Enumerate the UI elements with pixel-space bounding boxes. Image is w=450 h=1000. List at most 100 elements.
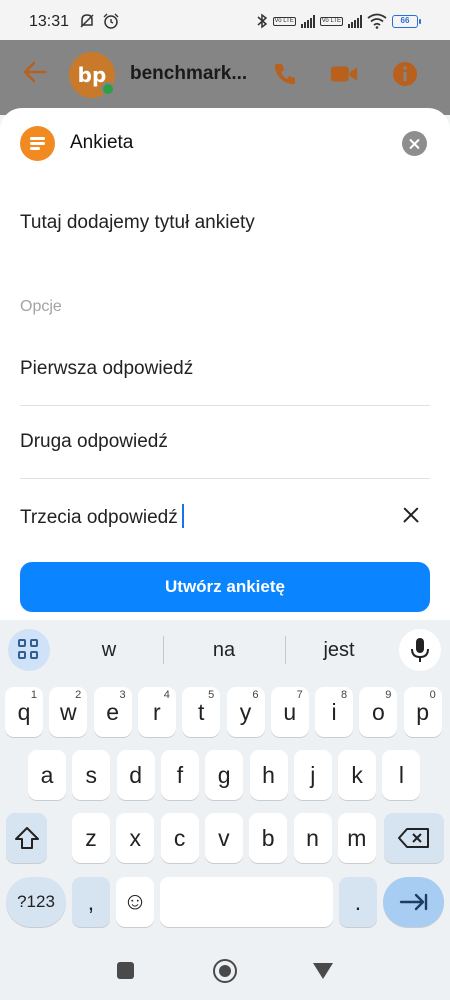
poll-list-icon <box>20 126 55 161</box>
key-c[interactable]: c <box>160 813 199 863</box>
key-f[interactable]: f <box>160 750 199 800</box>
key-p[interactable]: p0 <box>403 687 442 737</box>
key-k[interactable]: k <box>338 750 377 800</box>
key-label: y <box>239 698 252 725</box>
key-label: d <box>129 761 142 788</box>
divider <box>163 636 164 664</box>
key-y[interactable]: y6 <box>226 687 265 737</box>
key-label: h <box>262 761 275 788</box>
suggestion-chip[interactable]: w <box>54 639 164 662</box>
battery-icon: 66 <box>392 14 421 28</box>
key-label: b <box>261 824 275 851</box>
key-label: c <box>173 824 186 851</box>
volte-badge-2: Vo LTE <box>319 16 343 26</box>
key-label: i <box>331 698 337 725</box>
sheet-title: Ankieta <box>70 132 134 153</box>
key-n[interactable]: n <box>293 813 332 863</box>
microphone-icon[interactable] <box>399 629 441 671</box>
period-key[interactable]: . <box>339 877 377 927</box>
suggestion-chip[interactable]: jest <box>284 639 394 662</box>
keyboard: w na jest q1w2e3r4t5y6u7i8o9p0 asdfghjkl… <box>0 620 450 935</box>
key-q[interactable]: q1 <box>5 687 43 737</box>
chat-name[interactable]: benchmark... <box>130 63 247 85</box>
key-hint: 7 <box>296 689 303 701</box>
key-w[interactable]: w2 <box>49 687 88 737</box>
key-m[interactable]: m <box>337 813 376 863</box>
key-j[interactable]: j <box>293 750 332 800</box>
enter-arrow-icon <box>399 893 427 911</box>
suggestion-chip[interactable]: na <box>169 639 279 662</box>
shift-key[interactable] <box>6 813 47 863</box>
key-hint: 6 <box>252 689 259 701</box>
key-x[interactable]: x <box>116 813 155 863</box>
online-status-dot <box>101 82 115 96</box>
volte-badge: Vo LTE <box>272 16 296 26</box>
key-hint: 4 <box>163 689 170 701</box>
circle-icon[interactable] <box>213 959 237 983</box>
poll-option-field-active[interactable]: Trzecia odpowiedź <box>20 480 430 552</box>
key-u[interactable]: u7 <box>270 687 309 737</box>
poll-question-input[interactable]: Tutaj dodajemy tytuł ankiety <box>20 212 255 234</box>
symbols-key[interactable]: ?123 <box>6 877 66 927</box>
emoji-key[interactable]: ☺ <box>116 877 154 927</box>
x-icon[interactable] <box>400 504 422 526</box>
signal-icon <box>300 14 315 28</box>
grid-apps-icon[interactable] <box>8 629 50 671</box>
key-l[interactable]: l <box>382 750 421 800</box>
key-hint: 2 <box>75 689 82 701</box>
screen: 13:31 Vo LTE Vo LTE 66 bp benchmark... A… <box>0 0 450 1000</box>
key-hint: 1 <box>30 689 37 701</box>
key-label: v <box>218 824 230 851</box>
poll-sheet: Ankieta Tutaj dodajemy tytuł ankiety Opc… <box>0 108 450 620</box>
key-i[interactable]: i8 <box>315 687 354 737</box>
status-right-icons: Vo LTE Vo LTE 66 <box>256 13 421 29</box>
key-a[interactable]: a <box>28 750 66 800</box>
key-e[interactable]: e3 <box>93 687 132 737</box>
key-o[interactable]: o9 <box>359 687 398 737</box>
poll-option-field[interactable]: Druga odpowiedź <box>20 407 430 479</box>
alarm-icon <box>103 13 119 29</box>
key-label: q <box>17 698 31 725</box>
poll-option-text: Pierwsza odpowiedź <box>20 358 194 379</box>
comma-key[interactable]: , <box>72 877 110 927</box>
text-cursor <box>181 504 184 528</box>
shift-arrow-icon <box>14 827 39 849</box>
info-icon[interactable] <box>391 60 419 88</box>
key-label: o <box>371 698 385 725</box>
key-z[interactable]: z <box>72 813 110 863</box>
key-label: w <box>59 698 77 725</box>
poll-option-field[interactable]: Pierwsza odpowiedź <box>20 334 430 406</box>
enter-key[interactable] <box>383 877 444 927</box>
create-poll-button[interactable]: Utwórz ankietę <box>20 562 430 612</box>
close-circle-icon[interactable] <box>402 131 427 156</box>
poll-option-text: Druga odpowiedź <box>20 431 168 452</box>
video-camera-icon[interactable] <box>330 60 358 88</box>
options-label: Opcje <box>20 298 62 315</box>
phone-icon[interactable] <box>271 60 299 88</box>
key-label: p <box>416 698 430 725</box>
key-g[interactable]: g <box>205 750 244 800</box>
key-label: l <box>398 761 404 788</box>
key-v[interactable]: v <box>204 813 243 863</box>
key-label: n <box>306 824 319 851</box>
key-b[interactable]: b <box>249 813 288 863</box>
bluetooth-icon <box>257 13 267 29</box>
key-label: k <box>351 761 363 788</box>
arrow-left-icon[interactable] <box>21 58 49 86</box>
square-icon[interactable] <box>117 962 134 979</box>
spacebar[interactable] <box>160 877 333 927</box>
key-r[interactable]: r4 <box>137 687 176 737</box>
key-d[interactable]: d <box>116 750 155 800</box>
key-label: g <box>217 761 231 788</box>
key-s[interactable]: s <box>72 750 111 800</box>
key-label: z <box>85 824 97 851</box>
triangle-icon[interactable] <box>313 963 333 979</box>
key-hint: 3 <box>119 689 126 701</box>
navigation-bar <box>0 935 450 1000</box>
key-h[interactable]: h <box>249 750 288 800</box>
backspace-key[interactable] <box>384 813 444 863</box>
microphone-glyph <box>411 638 429 662</box>
status-bar: 13:31 Vo LTE Vo LTE 66 <box>0 0 450 40</box>
key-hint: 5 <box>208 689 215 701</box>
key-t[interactable]: t5 <box>182 687 221 737</box>
